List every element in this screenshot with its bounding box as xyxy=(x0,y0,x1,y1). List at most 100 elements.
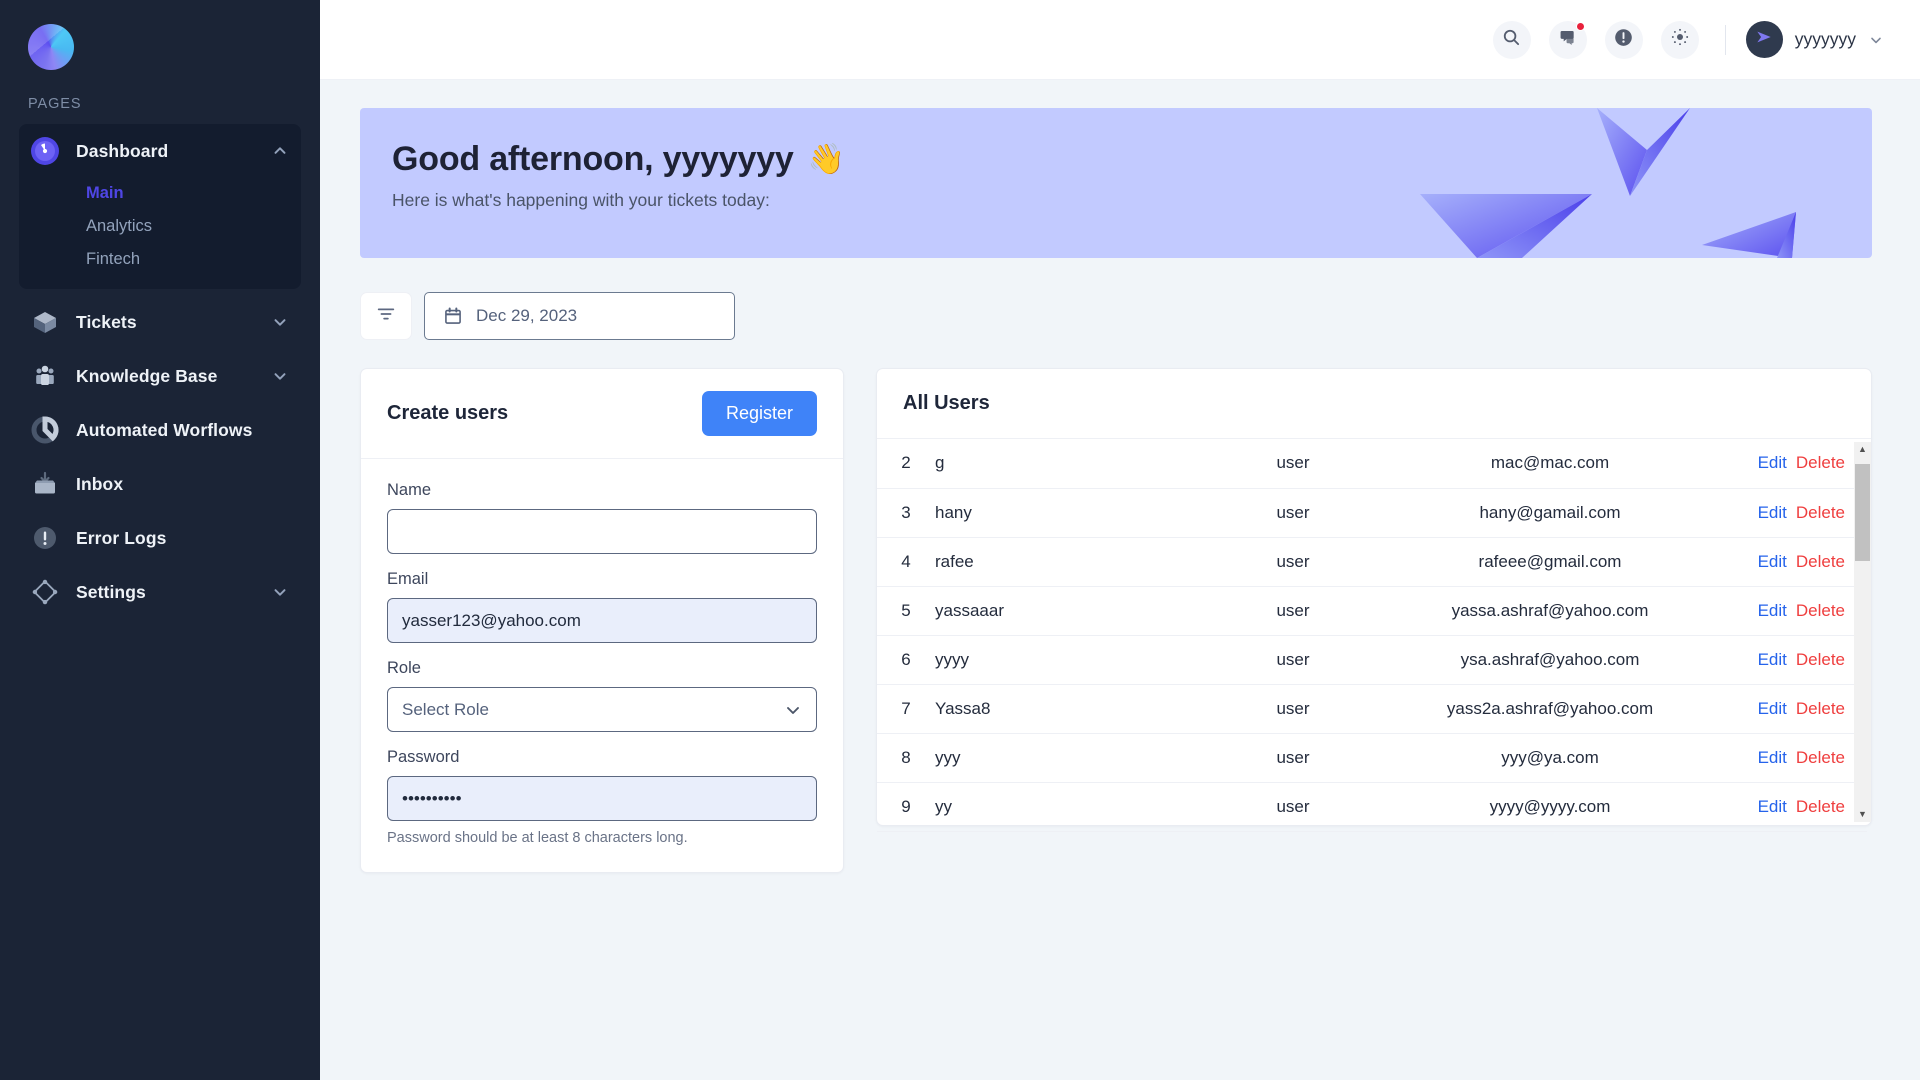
scroll-down-arrow[interactable]: ▼ xyxy=(1858,807,1867,822)
gauge-icon xyxy=(29,135,61,167)
user-role: user xyxy=(1276,551,1310,571)
paper-plane-icon xyxy=(1754,27,1774,52)
role-label: Role xyxy=(387,659,421,677)
all-users-header: All Users xyxy=(877,369,1871,439)
password-hint: Password should be at least 8 characters… xyxy=(387,830,688,846)
sidebar-item-analytics[interactable]: Analytics xyxy=(86,211,301,244)
filter-button[interactable] xyxy=(360,292,412,340)
date-picker[interactable]: Dec 29, 2023 xyxy=(424,292,735,340)
delete-link[interactable]: Delete xyxy=(1796,699,1845,718)
sidebar-item-tickets[interactable]: Tickets xyxy=(19,295,301,349)
sidebar: PAGES Dashboard Main Analytics Fintech T… xyxy=(0,0,320,1080)
table-row: 8 yyy user yyy@ya.com Edit Delete xyxy=(877,733,1867,782)
user-name: yassaaar xyxy=(935,600,1004,620)
greeting-banner: Good afternoon, yyyyyyy 👋 Here is what's… xyxy=(360,108,1872,258)
scrollbar-thumb[interactable] xyxy=(1855,464,1870,561)
alerts-button[interactable] xyxy=(1604,20,1643,59)
user-role: user xyxy=(1276,649,1310,669)
delete-link[interactable]: Delete xyxy=(1796,748,1845,767)
delete-link[interactable]: Delete xyxy=(1796,503,1845,522)
main-area: yyyyyyy Good afternoon, yyyyyyy 👋 Here i… xyxy=(320,0,1920,1080)
edit-link[interactable]: Edit xyxy=(1758,552,1787,571)
sidebar-item-label: Automated Worflows xyxy=(76,419,253,440)
delete-link[interactable]: Delete xyxy=(1796,552,1845,571)
user-email: yyyy@yyyy.com xyxy=(1489,796,1611,816)
user-name: g xyxy=(935,453,945,473)
chevron-up-icon[interactable] xyxy=(271,142,289,160)
theme-toggle-button[interactable] xyxy=(1660,20,1699,59)
sidebar-group-dashboard: Dashboard Main Analytics Fintech xyxy=(19,124,301,289)
notification-badge xyxy=(1575,21,1585,31)
sidebar-item-settings[interactable]: Settings xyxy=(19,565,301,619)
user-role: user xyxy=(1276,796,1310,816)
search-icon xyxy=(1502,28,1521,52)
chat-icon xyxy=(1558,28,1577,52)
donut-chart-icon xyxy=(29,414,61,446)
sidebar-item-automated-worflows[interactable]: Automated Worflows xyxy=(19,403,301,457)
create-users-form: Name Email Role xyxy=(361,459,843,872)
sidebar-item-knowledge-base[interactable]: Knowledge Base xyxy=(19,349,301,403)
name-input[interactable] xyxy=(387,509,817,554)
sidebar-item-main[interactable]: Main xyxy=(86,178,301,211)
email-input[interactable] xyxy=(387,598,817,643)
all-users-card: All Users 2 g user mac@mac.com Edit Delete 3 ha… xyxy=(876,368,1872,831)
edit-link[interactable]: Edit xyxy=(1758,503,1787,522)
delete-link[interactable]: Delete xyxy=(1796,797,1845,816)
chevron-down-icon[interactable] xyxy=(1868,32,1884,48)
sidebar-item-inbox[interactable]: Inbox xyxy=(19,457,301,511)
table-scrollbar[interactable]: ▲ ▼ xyxy=(1854,442,1871,822)
user-role: user xyxy=(1276,502,1310,522)
brightness-icon xyxy=(1670,27,1690,52)
user-role: user xyxy=(1276,600,1310,620)
edit-link[interactable]: Edit xyxy=(1758,699,1787,718)
greeting-text: Good afternoon, yyyyyyy xyxy=(392,140,794,178)
scroll-up-arrow[interactable]: ▲ xyxy=(1858,442,1867,457)
settings-node-icon xyxy=(29,576,61,608)
chevron-down-icon[interactable] xyxy=(271,313,289,331)
edit-link[interactable]: Edit xyxy=(1758,650,1787,669)
sidebar-item-dashboard[interactable]: Dashboard xyxy=(19,124,301,178)
user-id: 6 xyxy=(901,649,911,669)
password-input[interactable] xyxy=(387,776,817,821)
table-row: 7 Yassa8 user yass2a.ashraf@yahoo.com Edit De… xyxy=(877,684,1867,733)
messages-button[interactable] xyxy=(1548,20,1587,59)
role-select[interactable] xyxy=(387,687,817,732)
row-actions: Edit Delete xyxy=(1707,488,1867,537)
delete-link[interactable]: Delete xyxy=(1796,601,1845,620)
row-actions: Edit Delete xyxy=(1707,586,1867,635)
profile-menu[interactable]: yyyyyyy xyxy=(1745,21,1884,58)
logo-container[interactable] xyxy=(0,0,320,96)
user-email: yyy@ya.com xyxy=(1501,747,1599,767)
row-actions: Edit Delete xyxy=(1707,782,1867,831)
user-name: rafee xyxy=(935,551,974,571)
user-id: 5 xyxy=(901,600,911,620)
user-name: yy xyxy=(935,796,952,816)
user-name: yyy xyxy=(935,747,961,767)
chevron-down-icon[interactable] xyxy=(271,583,289,601)
user-name: Yassa8 xyxy=(935,698,991,718)
sidebar-subnav-dashboard: Main Analytics Fintech xyxy=(19,178,301,277)
avatar xyxy=(1745,21,1783,58)
chevron-down-icon[interactable] xyxy=(271,367,289,385)
wave-emoji: 👋 xyxy=(807,143,845,176)
sidebar-item-label: Settings xyxy=(76,581,146,602)
table-row: 6 yyyy user ysa.ashraf@yahoo.com Edit Delete xyxy=(877,635,1867,684)
all-users-table-area: 2 g user mac@mac.com Edit Delete 3 hany user hany… xyxy=(877,439,1871,831)
edit-link[interactable]: Edit xyxy=(1758,453,1787,472)
edit-link[interactable]: Edit xyxy=(1758,797,1787,816)
delete-link[interactable]: Delete xyxy=(1796,650,1845,669)
row-actions: Edit Delete xyxy=(1707,733,1867,782)
row-actions: Edit Delete xyxy=(1707,439,1867,488)
delete-link[interactable]: Delete xyxy=(1796,453,1845,472)
edit-link[interactable]: Edit xyxy=(1758,748,1787,767)
user-email: rafeee@gmail.com xyxy=(1478,551,1622,571)
search-button[interactable] xyxy=(1492,20,1531,59)
user-role: user xyxy=(1276,747,1310,767)
sidebar-item-label: Inbox xyxy=(76,473,124,494)
sidebar-item-error-logs[interactable]: Error Logs xyxy=(19,511,301,565)
register-button[interactable]: Register xyxy=(701,391,817,436)
sidebar-item-fintech[interactable]: Fintech xyxy=(86,244,301,277)
sidebar-item-label: Tickets xyxy=(76,311,137,332)
edit-link[interactable]: Edit xyxy=(1758,601,1787,620)
app-logo xyxy=(28,24,74,70)
